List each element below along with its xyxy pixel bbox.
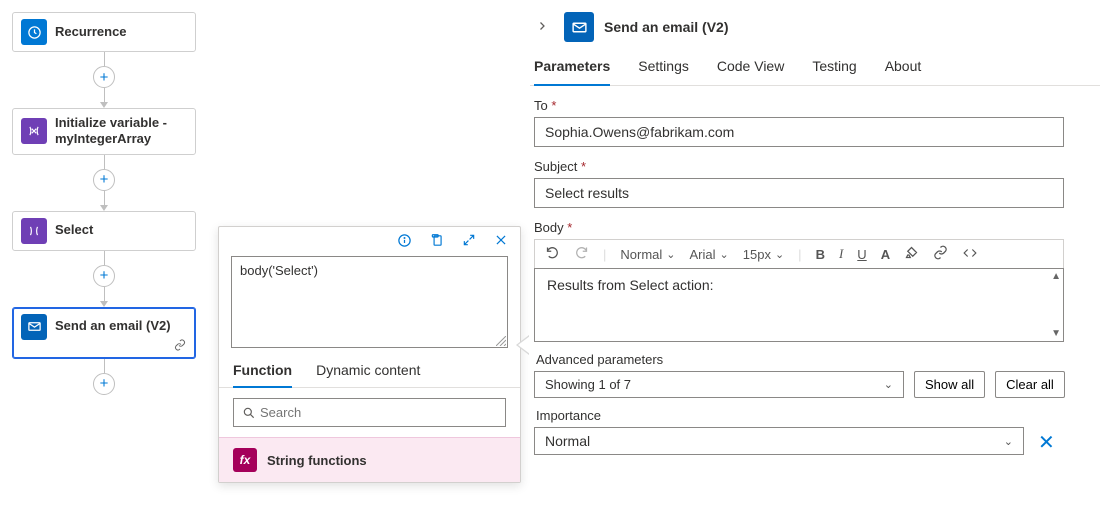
subject-label: Subject *	[534, 159, 1096, 174]
outlook-icon	[564, 12, 594, 42]
richtext-toolbar: | Normal ⌄ Arial ⌄ 15px ⌄ | B I U A	[534, 239, 1064, 268]
action-details-panel: Send an email (V2) Parameters Settings C…	[530, 0, 1100, 510]
italic-button[interactable]: I	[839, 246, 843, 262]
close-icon[interactable]	[494, 233, 508, 252]
bold-button[interactable]: B	[816, 247, 825, 262]
flow-node-variable[interactable]: Initialize variable - myIntegerArray	[12, 108, 196, 155]
flow-connector: +	[12, 359, 196, 395]
tab-parameters[interactable]: Parameters	[534, 58, 610, 86]
advanced-label: Advanced parameters	[536, 352, 904, 367]
advanced-params-select[interactable]: Showing 1 of 7⌄	[534, 371, 904, 398]
clipboard-icon[interactable]	[430, 233, 444, 252]
fx-icon: fx	[233, 448, 257, 472]
panel-title: Send an email (V2)	[604, 19, 728, 35]
expression-editor-popup: body('Select') Function Dynamic content …	[218, 226, 521, 483]
clear-all-button[interactable]: Clear all	[995, 371, 1065, 398]
show-all-button[interactable]: Show all	[914, 371, 985, 398]
info-icon[interactable]	[397, 233, 412, 252]
tab-function[interactable]: Function	[233, 362, 292, 388]
panel-tabs: Parameters Settings Code View Testing Ab…	[530, 52, 1100, 86]
flow-node-select[interactable]: Select	[12, 211, 196, 251]
style-select[interactable]: Normal ⌄	[620, 247, 675, 262]
outlook-icon	[21, 314, 47, 340]
flow-node-label: Select	[55, 222, 93, 238]
flow-node-send-email[interactable]: Send an email (V2)	[12, 307, 196, 359]
importance-select[interactable]: Normal⌄	[534, 427, 1024, 455]
designer-flow-column: Recurrence + Initialize variable - myInt…	[12, 12, 196, 395]
flow-connector: +	[12, 155, 196, 211]
variable-icon	[21, 118, 47, 144]
font-select[interactable]: Arial ⌄	[690, 247, 729, 262]
flow-node-label: Send an email (V2)	[55, 318, 171, 334]
size-select[interactable]: 15px ⌄	[743, 247, 784, 262]
expand-icon[interactable]	[462, 233, 476, 252]
code-button[interactable]	[962, 246, 978, 263]
collapse-panel-icon[interactable]	[530, 17, 554, 38]
clear-importance-icon[interactable]: ✕	[1038, 430, 1055, 455]
resize-handle-icon[interactable]	[496, 336, 506, 346]
to-input[interactable]: Sophia.Owens@fabrikam.com	[534, 117, 1064, 147]
expression-textarea[interactable]: body('Select')	[231, 256, 508, 348]
importance-label: Importance	[536, 408, 1024, 423]
flow-connector: +	[12, 251, 196, 307]
redo-icon[interactable]	[574, 245, 589, 263]
tab-about[interactable]: About	[885, 58, 922, 85]
scroll-up-icon[interactable]: ▲	[1051, 271, 1061, 282]
tab-testing[interactable]: Testing	[812, 58, 856, 85]
expression-search[interactable]	[233, 398, 506, 427]
flow-node-recurrence[interactable]: Recurrence	[12, 12, 196, 52]
link-icon	[173, 339, 187, 354]
scroll-down-icon[interactable]: ▼	[1051, 328, 1061, 339]
undo-icon[interactable]	[545, 245, 560, 263]
body-editor[interactable]: Results from Select action:	[535, 269, 1063, 301]
add-step-button[interactable]: +	[93, 373, 115, 395]
highlight-button[interactable]	[904, 245, 919, 263]
search-icon	[242, 406, 256, 420]
subject-input[interactable]: Select results	[534, 178, 1064, 208]
tab-code-view[interactable]: Code View	[717, 58, 784, 85]
search-input[interactable]	[256, 403, 497, 422]
expression-tabs: Function Dynamic content	[219, 354, 520, 388]
add-step-button[interactable]: +	[93, 66, 115, 88]
category-label: String functions	[267, 453, 367, 468]
add-step-button[interactable]: +	[93, 265, 115, 287]
flow-node-label: Initialize variable - myIntegerArray	[55, 115, 187, 148]
select-icon	[21, 218, 47, 244]
flow-node-label: Recurrence	[55, 24, 127, 40]
link-button[interactable]	[933, 245, 948, 263]
clock-icon	[21, 19, 47, 45]
body-label: Body *	[534, 220, 1096, 235]
popup-pointer	[516, 335, 529, 355]
font-color-button[interactable]: A	[881, 247, 890, 262]
flow-connector: +	[12, 52, 196, 108]
add-step-button[interactable]: +	[93, 169, 115, 191]
function-category-string[interactable]: fx String functions	[219, 437, 520, 482]
tab-settings[interactable]: Settings	[638, 58, 689, 85]
to-label: To *	[534, 98, 1096, 113]
underline-button[interactable]: U	[857, 247, 866, 262]
tab-dynamic-content[interactable]: Dynamic content	[316, 362, 420, 387]
